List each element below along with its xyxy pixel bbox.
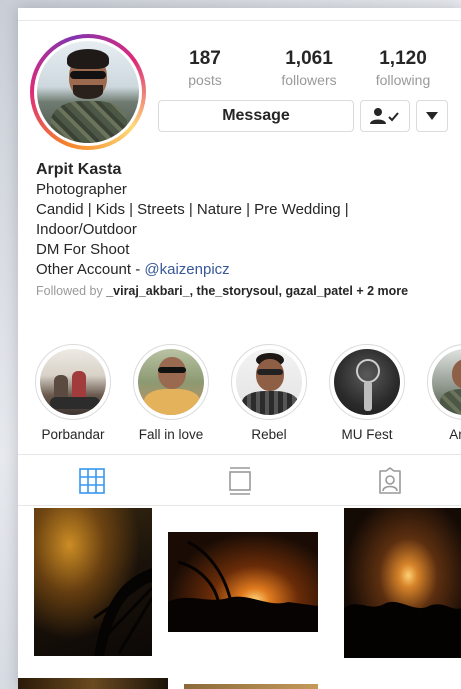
avatar-body	[51, 101, 127, 143]
stat-posts-label: posts	[188, 72, 222, 88]
highlight-shirt	[242, 391, 298, 415]
tab-tagged[interactable]	[374, 465, 406, 497]
avatar-photo	[37, 41, 139, 143]
person-check-icon	[370, 108, 399, 124]
followed-by-prefix: Followed by	[36, 284, 107, 298]
highlight-label: Rebel	[251, 427, 287, 442]
highlight-face	[452, 359, 461, 389]
highlight-rebel[interactable]: Rebel	[228, 344, 310, 442]
bio-line-other-account: Other Account - @kaizenpicz	[36, 260, 446, 280]
grid-photo[interactable]	[34, 508, 152, 656]
tab-feed[interactable]	[224, 465, 256, 497]
highlight-face	[256, 359, 284, 391]
grid-photo[interactable]	[344, 508, 461, 658]
highlight-ring	[329, 344, 405, 420]
highlight-image	[40, 349, 106, 415]
avatar-beard	[73, 85, 103, 99]
highlight-shirt	[440, 389, 461, 415]
followed-by-names: _viraj_akbari_, the_storysoul, gazal_pat…	[106, 284, 353, 298]
avatar-border	[34, 38, 142, 146]
top-divider	[18, 20, 461, 21]
highlight-ring	[133, 344, 209, 420]
highlight-label: Porbandar	[41, 427, 105, 442]
highlight-shirt	[144, 389, 200, 415]
tree-silhouette	[168, 540, 318, 632]
avatar-hair	[67, 49, 109, 69]
profile-tabs	[18, 454, 461, 506]
message-button[interactable]: Message	[158, 100, 354, 132]
highlight-glasses	[257, 369, 283, 375]
profile-screen: 187 posts 1,061 followers 1,120 followin…	[18, 8, 461, 689]
stat-followers-value: 1,061	[285, 48, 333, 69]
stat-following[interactable]: 1,120 following	[358, 48, 448, 88]
tagged-icon	[379, 467, 401, 494]
bio-line-dm: DM For Shoot	[36, 241, 130, 258]
highlight-image	[236, 349, 302, 415]
grid-photo[interactable]	[168, 532, 318, 632]
highlight-bike	[50, 397, 100, 409]
stat-posts[interactable]: 187 posts	[160, 48, 250, 88]
avatar-sunglasses	[70, 71, 106, 79]
profile-bio: Arpit Kasta Photographer Candid | Kids |…	[36, 160, 446, 299]
highlight-face	[158, 357, 186, 389]
followed-by[interactable]: Followed by _viraj_akbari_, the_storysou…	[36, 283, 446, 299]
highlight-label: Army	[449, 427, 461, 442]
story-highlights: Porbandar Fall in love Rebel MU Fest Ar	[32, 344, 461, 444]
highlight-ring	[427, 344, 461, 420]
highlight-sunglasses	[158, 367, 186, 373]
highlight-hand	[364, 381, 372, 411]
highlight-image	[334, 349, 400, 415]
profile-avatar[interactable]	[30, 34, 146, 150]
highlight-ring-shape	[356, 359, 380, 383]
profile-name: Arpit Kasta	[36, 161, 122, 178]
highlight-porbandar[interactable]: Porbandar	[32, 344, 114, 442]
suggested-dropdown-button[interactable]	[416, 100, 448, 132]
stat-posts-value: 187	[189, 48, 221, 69]
highlight-image	[432, 349, 461, 415]
tab-grid[interactable]	[76, 465, 108, 497]
highlight-ring	[231, 344, 307, 420]
stat-following-label: following	[375, 72, 431, 88]
following-button[interactable]	[360, 100, 410, 132]
bio-line-occupation: Photographer	[36, 181, 127, 198]
highlight-image	[138, 349, 204, 415]
followed-by-more: + 2 more	[352, 284, 409, 298]
grid-photo[interactable]	[184, 684, 318, 689]
highlight-army[interactable]: Army	[424, 344, 461, 442]
bushes-silhouette	[344, 601, 461, 658]
stat-followers[interactable]: 1,061 followers	[264, 48, 354, 88]
other-account-link[interactable]: @kaizenpicz	[144, 261, 229, 278]
other-account-prefix: Other Account -	[36, 261, 145, 278]
grid-icon	[79, 468, 105, 494]
highlight-label: Fall in love	[138, 427, 204, 442]
grid-photo[interactable]	[18, 678, 168, 689]
stat-following-value: 1,120	[379, 48, 427, 69]
highlight-mu-fest[interactable]: MU Fest	[326, 344, 408, 442]
triangle-down-icon	[426, 112, 438, 120]
palm-silhouette	[93, 568, 152, 656]
highlight-label: MU Fest	[341, 427, 393, 442]
feed-icon	[229, 467, 251, 495]
stat-followers-label: followers	[281, 72, 337, 88]
bio-line-genres: Candid | Kids | Streets | Nature | Pre W…	[36, 201, 349, 238]
highlight-ring	[35, 344, 111, 420]
highlight-fall-in-love[interactable]: Fall in love	[130, 344, 212, 442]
